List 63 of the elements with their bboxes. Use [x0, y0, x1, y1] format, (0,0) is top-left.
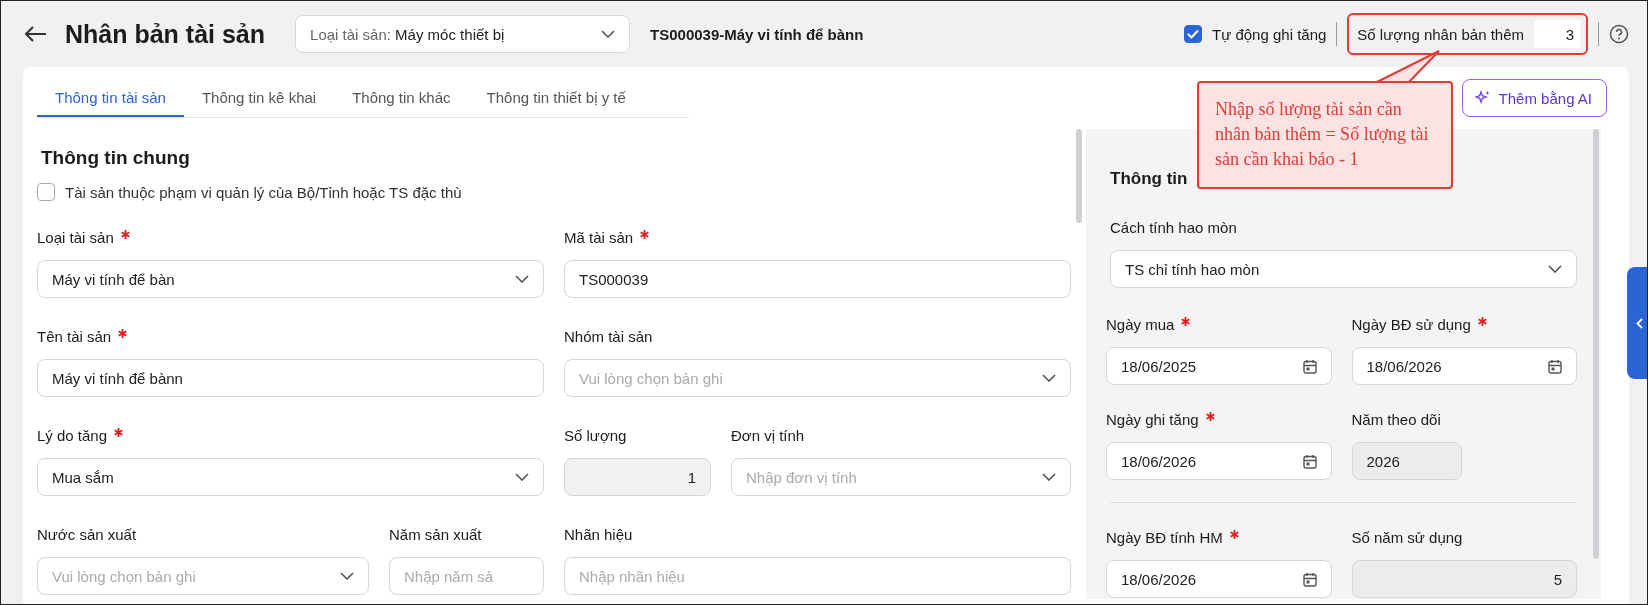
readonly-field: 1 — [564, 458, 711, 496]
checkbox-label: Tài sản thuộc phạm vi quản lý của Bộ/Tỉnh hoặc TS đặc thù — [65, 183, 462, 201]
field-label: Năm theo dõi — [1351, 411, 1441, 428]
calendar-icon — [1302, 453, 1317, 469]
select-field[interactable]: TS chỉ tính hao mòn — [1110, 250, 1577, 288]
field-label: Nhãn hiệu — [564, 526, 633, 543]
field-label: Ngày BĐ sử dụng — [1351, 316, 1471, 333]
chevron-down-icon — [601, 30, 616, 38]
input-field[interactable]: 3 — [1534, 20, 1580, 48]
select-field[interactable]: Mua sắm — [37, 458, 544, 496]
chevron-down-icon — [340, 572, 354, 580]
tab[interactable]: Thông tin kê khai — [183, 78, 335, 117]
field-label: Ngày BĐ tính HM — [1106, 529, 1223, 546]
collapse-tab[interactable] — [1627, 267, 1647, 379]
field-label: Tên tài sản — [37, 328, 112, 345]
field-label: Năm sản xuất — [389, 526, 482, 543]
asset-type-select[interactable]: Loại tài sản: Máy móc thiết bị — [295, 15, 631, 53]
tab[interactable]: Thông tin thiết bị y tế — [468, 78, 644, 117]
field-label: Loại tài sản — [37, 229, 114, 246]
input-field[interactable]: TS000039 — [564, 260, 1071, 298]
select-field[interactable]: Máy vi tính để bàn — [37, 260, 544, 298]
sparkle-icon — [1474, 90, 1491, 106]
calendar-icon — [1302, 571, 1317, 587]
chevron-left-icon — [1635, 317, 1643, 329]
scrollbar-thumb[interactable] — [1075, 129, 1082, 223]
scrollbar-thumb[interactable] — [1593, 129, 1599, 559]
back-arrow-icon[interactable] — [25, 26, 47, 42]
input-field[interactable]: Máy vi tính để bànn — [37, 359, 544, 397]
date-field[interactable]: 18/06/2026 — [1106, 442, 1332, 480]
field-label: Nước sản xuất — [37, 526, 137, 543]
readonly-field: 2026 — [1351, 442, 1462, 480]
duplicate-count-label: Số lượng nhân bản thêm — [1357, 25, 1524, 43]
chevron-down-icon — [1042, 473, 1056, 481]
date-field[interactable]: 18/06/2026 — [1106, 560, 1332, 598]
field-label: Mã tài sản — [564, 229, 634, 246]
checkbox[interactable] — [1184, 25, 1203, 43]
tab[interactable]: Thông tin khác — [334, 78, 469, 117]
section-title: Thông tin — [1110, 169, 1189, 189]
calendar-icon — [1302, 358, 1317, 374]
page-title: Nhân bản tài sản — [65, 19, 266, 49]
readonly-field: 5 — [1351, 560, 1577, 598]
tab[interactable]: Thông tin tài sản — [37, 78, 184, 117]
section-title: Thông tin chung — [41, 147, 191, 169]
ai-add-button[interactable]: Thêm bằng AI — [1461, 79, 1607, 117]
field-label: Cách tính hao mòn — [1110, 219, 1238, 236]
help-icon[interactable] — [1609, 24, 1629, 44]
field-label: Ngày ghi tăng — [1106, 411, 1199, 428]
checkbox[interactable] — [37, 183, 55, 201]
field-label: Lý do tăng — [37, 427, 108, 444]
checkbox-label: Tự động ghi tăng — [1212, 25, 1327, 43]
chevron-down-icon — [515, 275, 529, 283]
field-label: Số năm sử dụng — [1351, 529, 1463, 546]
date-field[interactable]: 18/06/2026 — [1351, 347, 1577, 385]
date-field[interactable]: 18/06/2025 — [1106, 347, 1332, 385]
field-label: Nhóm tài sản — [564, 328, 653, 345]
field-label: Ngày mua — [1106, 316, 1175, 333]
field-label: Đơn vị tính — [731, 427, 805, 444]
chevron-down-icon — [1042, 374, 1056, 382]
chevron-down-icon — [1548, 265, 1562, 273]
asset-code-title: TS000039-Máy vi tính để bànn — [650, 25, 864, 43]
chevron-down-icon — [515, 473, 529, 481]
field-label: Số lượng — [564, 427, 627, 444]
calendar-icon — [1548, 358, 1562, 374]
